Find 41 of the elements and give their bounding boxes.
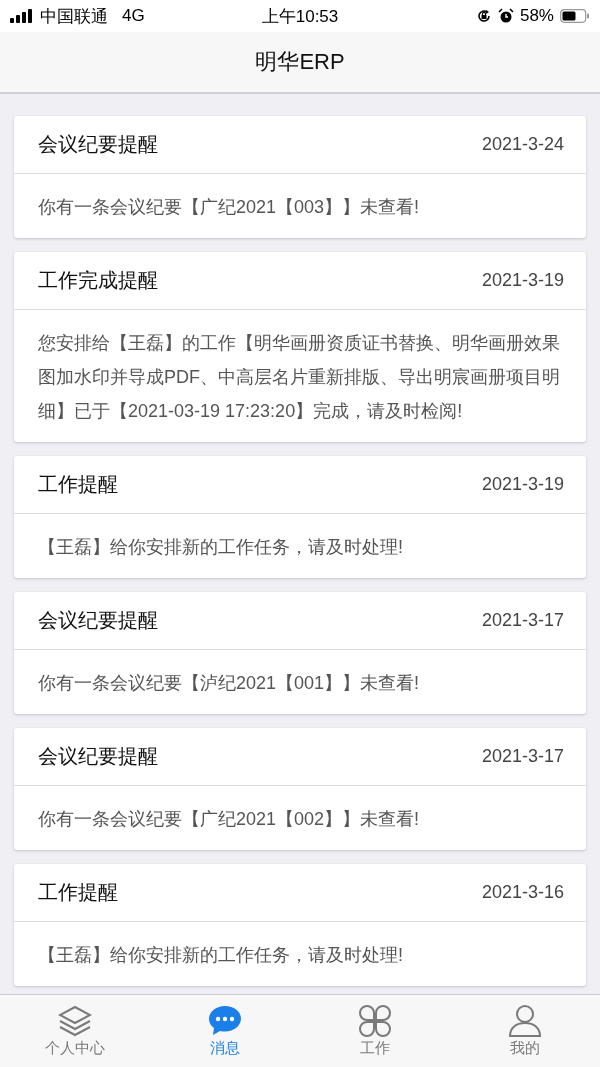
message-date: 2021-3-19 bbox=[481, 474, 564, 495]
person-icon bbox=[508, 1004, 542, 1037]
carrier: 中国联通 bbox=[40, 5, 108, 28]
signal-icon bbox=[10, 9, 34, 23]
message-text: 你有一条会议纪要【泸纪2021【001】】未查看! bbox=[37, 672, 421, 695]
layers-icon bbox=[58, 1004, 92, 1037]
message-text: 你有一条会议纪要【广纪2021【003】】未查看! bbox=[37, 196, 421, 219]
message-title: 会议纪要提醒 bbox=[38, 608, 158, 633]
chat-icon bbox=[208, 1004, 242, 1037]
message-title: 工作提醒 bbox=[38, 880, 118, 905]
grid-icon bbox=[358, 1004, 392, 1037]
message-card[interactable]: 会议纪要提醒 2021-3-24 你有一条会议纪要【广纪2021【003】】未查看! bbox=[14, 116, 586, 238]
message-date: 2021-3-16 bbox=[481, 882, 564, 903]
message-date: 2021-3-17 bbox=[481, 610, 564, 631]
battery-percent: 58% bbox=[519, 6, 554, 26]
message-text: 你有一条会议纪要【广纪2021【002】】未查看! bbox=[37, 808, 421, 831]
message-card[interactable]: 工作完成提醒 2021-3-19 您安排给【王磊】的工作【明华画册资质证书替换、明华画册效果图加水印并导成PDF、中高层名片重新排版、导出明宸画册项目明细】已于【2021-03-19 17:23:20】完成，请及时检阅! bbox=[14, 252, 586, 442]
message-card[interactable]: 会议纪要提醒 2021-3-17 你有一条会议纪要【广纪2021【002】】未查看! bbox=[14, 728, 586, 850]
alarm-icon bbox=[497, 8, 514, 24]
app-title: 明华ERP bbox=[255, 48, 345, 76]
message-title: 工作完成提醒 bbox=[38, 268, 158, 293]
clock: 上午10:53 bbox=[261, 5, 339, 28]
message-title: 工作提醒 bbox=[38, 472, 118, 497]
message-card[interactable]: 工作提醒 2021-3-19 【王磊】给你安排新的工作任务，请及时处理! bbox=[14, 456, 586, 578]
battery-icon bbox=[560, 9, 590, 23]
message-text: 您安排给【王磊】的工作【明华画册资质证书替换、明华画册效果图加水印并导成PDF、中高层名片重新排版、导出明宸画册项目明细】已于【2021-03-19 17:23:20】完成，请及时检阅! bbox=[37, 332, 561, 423]
message-title: 会议纪要提醒 bbox=[38, 744, 158, 769]
tab[interactable]: 我的 bbox=[450, 995, 600, 1067]
message-date: 2021-3-24 bbox=[481, 134, 564, 155]
message-title: 会议纪要提醒 bbox=[38, 132, 158, 157]
message-card[interactable]: 会议纪要提醒 2021-3-17 你有一条会议纪要【泸纪2021【001】】未查看! bbox=[14, 592, 586, 714]
rotation-lock-icon bbox=[475, 8, 492, 24]
network-type: 4G bbox=[122, 6, 145, 26]
tab[interactable]: 个人中心 bbox=[0, 995, 150, 1067]
message-date: 2021-3-19 bbox=[481, 270, 564, 291]
message-date: 2021-3-17 bbox=[481, 746, 564, 767]
tab[interactable]: 消息 bbox=[150, 995, 300, 1067]
message-card[interactable]: 工作提醒 2021-3-16 【王磊】给你安排新的工作任务，请及时处理! bbox=[14, 864, 586, 986]
message-text: 【王磊】给你安排新的工作任务，请及时处理! bbox=[37, 944, 404, 967]
tab[interactable]: 工作 bbox=[300, 995, 450, 1067]
message-text: 【王磊】给你安排新的工作任务，请及时处理! bbox=[37, 536, 404, 559]
